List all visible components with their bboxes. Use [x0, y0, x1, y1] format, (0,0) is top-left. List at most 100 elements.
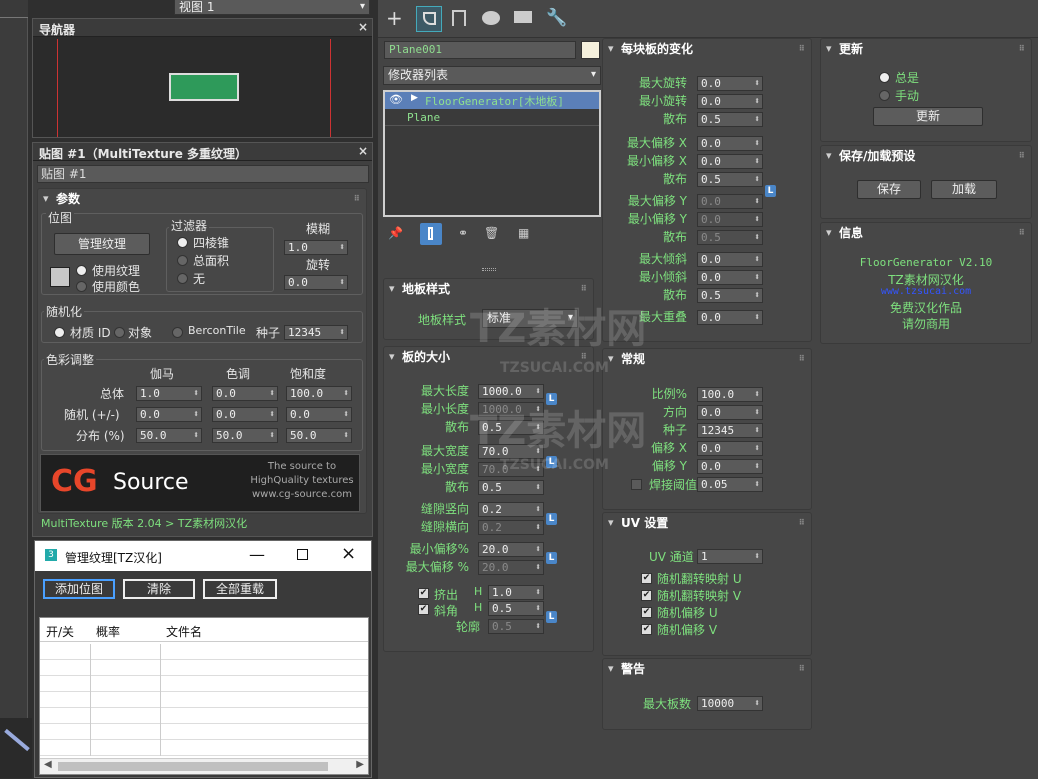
rand-material-radio[interactable]: [54, 327, 65, 338]
flip-v-checkbox[interactable]: ✔: [641, 590, 652, 601]
general-header[interactable]: 常规⠿: [603, 349, 811, 369]
eye-icon[interactable]: 👁: [389, 93, 403, 106]
hierarchy-icon[interactable]: [452, 10, 466, 26]
offset-v-checkbox[interactable]: ✔: [641, 624, 652, 635]
contour-spinner[interactable]: 0.5: [488, 619, 544, 634]
filter-pyramid-radio[interactable]: [177, 237, 188, 248]
save-preset-button[interactable]: 保存: [857, 180, 921, 199]
filter-none-radio[interactable]: [177, 273, 188, 284]
close-icon[interactable]: ×: [341, 543, 356, 564]
lock-length-button[interactable]: L: [546, 393, 557, 405]
floor-style-header[interactable]: 地板样式⠿: [384, 279, 593, 299]
overall-sat-spinner[interactable]: 100.0: [286, 386, 352, 401]
texture-table-body[interactable]: [40, 644, 368, 756]
presets-header[interactable]: 保存/加载预设⠿: [821, 146, 1031, 166]
uv-header[interactable]: UV 设置⠿: [603, 513, 811, 533]
clear-button[interactable]: 清除: [123, 579, 195, 599]
map-name-field[interactable]: 贴图 #1: [37, 165, 369, 183]
general-spinner-1[interactable]: 0.0: [697, 405, 763, 420]
close-icon[interactable]: ×: [358, 144, 368, 158]
update-header[interactable]: 更新⠿: [821, 39, 1031, 59]
dist-hue-spinner[interactable]: 50.0: [212, 428, 278, 443]
minimize-icon[interactable]: —: [249, 545, 265, 564]
per-board-spinner-10[interactable]: 0.0: [697, 270, 763, 285]
params-header[interactable]: 参数⠿: [38, 189, 366, 209]
object-color-swatch[interactable]: [581, 41, 600, 59]
color-swatch[interactable]: [50, 267, 70, 287]
warning-header[interactable]: 警告⠿: [603, 659, 811, 679]
seed-spinner[interactable]: 12345: [284, 325, 348, 340]
viewport-select[interactable]: 视图 1: [174, 0, 370, 15]
modifier-list-dropdown[interactable]: 修改器列表: [383, 66, 601, 85]
per-board-spinner-7[interactable]: 0.0: [697, 212, 763, 227]
lock-gap-button[interactable]: L: [546, 513, 557, 525]
board-size-spinner-5[interactable]: 0.5: [478, 480, 544, 495]
modifier-stack[interactable]: 👁 ▶ FloorGenerator[木地板] Plane: [383, 90, 601, 217]
uv-channel-spinner[interactable]: 1: [697, 549, 763, 564]
bevel-spinner[interactable]: 0.5: [488, 601, 544, 616]
configure-icon[interactable]: ▦: [518, 226, 529, 240]
col-probability[interactable]: 概率: [96, 623, 120, 640]
general-spinner-2[interactable]: 12345: [697, 423, 763, 438]
board-size-spinner-6[interactable]: 0.2: [478, 502, 544, 517]
random-sat-spinner[interactable]: 0.0: [286, 407, 352, 422]
load-preset-button[interactable]: 加载: [931, 180, 997, 199]
rand-object-radio[interactable]: [114, 327, 125, 338]
utilities-icon[interactable]: 🔧: [546, 8, 567, 28]
per-board-spinner-5[interactable]: 0.5: [697, 172, 763, 187]
rotate-spinner[interactable]: 0.0: [284, 275, 348, 290]
bevel-checkbox[interactable]: ✔: [418, 604, 429, 615]
lock-width-button[interactable]: L: [546, 456, 557, 468]
update-manual-radio[interactable]: [879, 90, 890, 101]
board-size-header[interactable]: 板的大小⠿: [384, 347, 593, 367]
per-board-spinner-8[interactable]: 0.5: [697, 230, 763, 245]
texture-table[interactable]: 开/关 概率 文件名 ◀ ▶: [39, 617, 369, 775]
random-hue-spinner[interactable]: 0.0: [212, 407, 278, 422]
general-spinner-3[interactable]: 0.0: [697, 441, 763, 456]
panel-splitter[interactable]: [482, 268, 496, 271]
board-size-spinner-9[interactable]: 20.0: [478, 560, 544, 575]
per-board-spinner-12[interactable]: 0.0: [697, 310, 763, 325]
manage-textures-button[interactable]: 管理纹理: [54, 233, 150, 255]
per-board-spinner-11[interactable]: 0.5: [697, 288, 763, 303]
show-end-result-icon[interactable]: [420, 223, 442, 245]
horizontal-scrollbar[interactable]: ◀ ▶: [40, 758, 368, 774]
per-board-spinner-1[interactable]: 0.0: [697, 94, 763, 109]
general-spinner-0[interactable]: 100.0: [697, 387, 763, 402]
max-boards-spinner[interactable]: 10000: [697, 696, 763, 711]
weld-spinner[interactable]: 0.05: [697, 477, 763, 492]
use-texture-radio[interactable]: [76, 265, 87, 276]
lock-bevel-button[interactable]: L: [546, 611, 557, 623]
offset-u-checkbox[interactable]: ✔: [641, 607, 652, 618]
extrude-checkbox[interactable]: ✔: [418, 588, 429, 599]
board-size-spinner-8[interactable]: 20.0: [478, 542, 544, 557]
board-size-spinner-4[interactable]: 70.0: [478, 462, 544, 477]
dist-sat-spinner[interactable]: 50.0: [286, 428, 352, 443]
cgsource-banner[interactable]: CG Source The source to HighQuality text…: [40, 454, 360, 512]
lock-offset-button[interactable]: L: [546, 552, 557, 564]
close-icon[interactable]: ×: [358, 20, 368, 34]
rand-bercon-radio[interactable]: [172, 327, 183, 338]
per-board-spinner-6[interactable]: 0.0: [697, 194, 763, 209]
stack-item-floorgenerator[interactable]: 👁 ▶ FloorGenerator[木地板]: [385, 92, 599, 109]
plus-icon[interactable]: +: [386, 8, 403, 28]
per-board-spinner-9[interactable]: 0.0: [697, 252, 763, 267]
board-size-spinner-1[interactable]: 1000.0: [478, 402, 544, 417]
trash-icon[interactable]: 🗑: [484, 226, 499, 240]
overall-gamma-spinner[interactable]: 1.0: [136, 386, 202, 401]
navigator-view-rect[interactable]: [169, 73, 239, 101]
board-size-spinner-2[interactable]: 0.5: [478, 420, 544, 435]
maximize-icon[interactable]: [297, 549, 308, 560]
col-filename[interactable]: 文件名: [166, 623, 202, 640]
per-board-spinner-4[interactable]: 0.0: [697, 154, 763, 169]
board-size-spinner-3[interactable]: 70.0: [478, 444, 544, 459]
make-unique-icon[interactable]: ⚭: [458, 226, 468, 240]
per-board-header[interactable]: 每块板的变化⠿: [603, 39, 811, 59]
dist-gamma-spinner[interactable]: 50.0: [136, 428, 202, 443]
col-onoff[interactable]: 开/关: [46, 623, 74, 640]
overall-hue-spinner[interactable]: 0.0: [212, 386, 278, 401]
stack-item-plane[interactable]: Plane: [385, 110, 599, 126]
reload-all-button[interactable]: 全部重载: [203, 579, 277, 599]
update-button[interactable]: 更新: [873, 107, 983, 126]
lock-offset-x-button[interactable]: L: [765, 185, 776, 197]
